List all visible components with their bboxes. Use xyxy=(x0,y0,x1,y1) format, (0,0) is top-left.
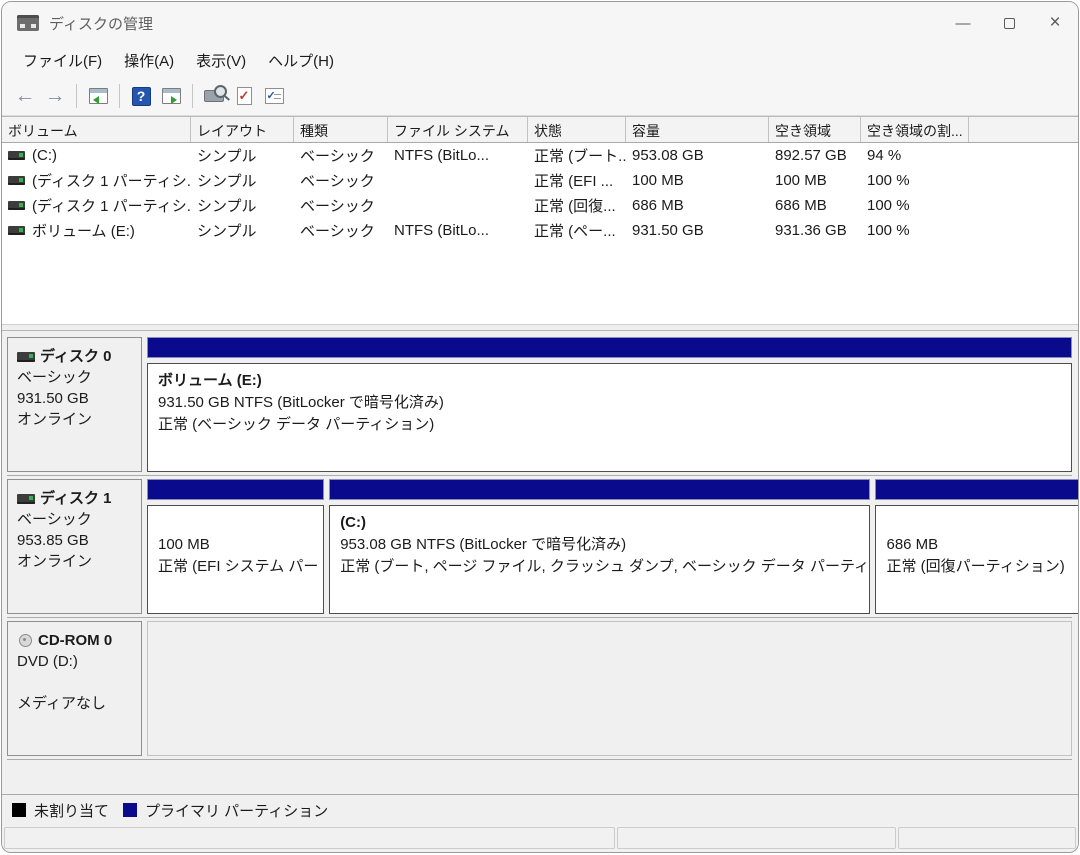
primary-partition-strip xyxy=(329,479,870,500)
titlebar: ディスクの管理 — × xyxy=(2,2,1078,44)
minimize-button[interactable]: — xyxy=(940,2,986,44)
primary-partition-label: プライマリ パーティション xyxy=(145,800,328,821)
menu-view[interactable]: 表示(V) xyxy=(185,46,257,75)
back-icon: ← xyxy=(15,84,36,108)
volume-icon xyxy=(8,151,25,160)
column-header-type[interactable]: 種類 xyxy=(294,117,388,142)
graph-filler xyxy=(7,760,1072,782)
disk1-header[interactable]: ディスク 1 ベーシック 953.85 GB オンライン xyxy=(7,479,142,614)
menu-action[interactable]: 操作(A) xyxy=(113,46,185,75)
volume-row-disk1-partition-recovery[interactable]: (ディスク 1 パーティシ... シンプル ベーシック 正常 (回復... 68… xyxy=(2,193,1078,218)
primary-partition-strip xyxy=(875,479,1078,500)
rescan-disks-icon xyxy=(204,90,224,102)
toolbar-separator xyxy=(119,84,120,108)
column-header-volume[interactable]: ボリューム xyxy=(2,117,191,142)
volume-icon xyxy=(8,176,25,185)
back-button[interactable]: ← xyxy=(10,82,40,110)
help-icon: ? xyxy=(132,87,151,106)
unallocated-label: 未割り当て xyxy=(34,800,109,821)
column-header-free[interactable]: 空き領域 xyxy=(769,117,861,142)
disk1-row: ディスク 1 ベーシック 953.85 GB オンライン 100 MB 正常 (… xyxy=(7,476,1072,618)
primary-partition-strip xyxy=(147,479,324,500)
show-action-pane-button[interactable] xyxy=(156,82,186,110)
menu-file[interactable]: ファイル(F) xyxy=(12,46,113,75)
disk0-header[interactable]: ディスク 0 ベーシック 931.50 GB オンライン xyxy=(7,337,142,472)
menubar: ファイル(F) 操作(A) 表示(V) ヘルプ(H) xyxy=(2,44,1078,77)
primary-partition-swatch xyxy=(123,803,137,817)
close-icon: × xyxy=(1049,12,1060,34)
minimize-icon: — xyxy=(956,15,971,32)
drive-icon xyxy=(17,352,35,362)
status-segment xyxy=(617,827,896,849)
cdrom0-row: CD-ROM 0 DVD (D:) メディアなし xyxy=(7,618,1072,760)
volume-icon xyxy=(8,226,25,235)
maximize-icon xyxy=(1004,18,1015,29)
forward-icon: → xyxy=(45,84,66,108)
rescan-disks-button[interactable] xyxy=(199,82,229,110)
column-header-filler xyxy=(969,117,1078,142)
disk0-row: ディスク 0 ベーシック 931.50 GB オンライン ボリューム (E:) … xyxy=(7,334,1072,476)
column-header-capacity[interactable]: 容量 xyxy=(626,117,769,142)
disk-graph-panel: ディスク 0 ベーシック 931.50 GB オンライン ボリューム (E:) … xyxy=(2,331,1078,794)
window-controls: — × xyxy=(940,2,1078,44)
cd-rom-icon xyxy=(17,634,33,648)
status-bar xyxy=(2,825,1078,852)
unallocated-swatch xyxy=(12,803,26,817)
volume-row-c[interactable]: (C:) シンプル ベーシック NTFS (BitLo... 正常 (ブート..… xyxy=(2,143,1078,168)
disk-management-app-icon xyxy=(17,15,39,31)
partition-c[interactable]: (C:) 953.08 GB NTFS (BitLocker で暗号化済み) 正… xyxy=(329,479,870,614)
show-console-tree-button[interactable] xyxy=(83,82,113,110)
status-segment xyxy=(4,827,615,849)
column-header-layout[interactable]: レイアウト xyxy=(191,117,294,142)
volume-list-panel: ボリューム レイアウト 種類 ファイル システム 状態 容量 空き領域 空き領域… xyxy=(2,116,1078,324)
disk1-partitions: 100 MB 正常 (EFI システム パー (C:) 953.08 GB NT… xyxy=(147,479,1078,614)
status-segment xyxy=(898,827,1076,849)
volume-icon xyxy=(8,201,25,210)
volume-row-e[interactable]: ボリューム (E:) シンプル ベーシック NTFS (BitLo... 正常 … xyxy=(2,218,1078,243)
panel-splitter[interactable] xyxy=(2,324,1078,331)
toolbar: ← → ? ✓ ✓ xyxy=(2,77,1078,116)
show-console-tree-icon xyxy=(89,88,108,104)
volume-list-header: ボリューム レイアウト 種類 ファイル システム 状態 容量 空き領域 空き領域… xyxy=(2,117,1078,143)
legend-bar: 未割り当て プライマリ パーティション xyxy=(2,794,1078,825)
forward-button[interactable]: → xyxy=(40,82,70,110)
column-header-free-pct[interactable]: 空き領域の割... xyxy=(861,117,969,142)
check-document-icon: ✓ xyxy=(237,87,252,105)
partition-recovery[interactable]: 686 MB 正常 (回復パーティション) xyxy=(875,479,1078,614)
checklist-button[interactable]: ✓ xyxy=(259,82,289,110)
primary-partition-strip xyxy=(147,337,1072,358)
column-header-filesystem[interactable]: ファイル システム xyxy=(388,117,528,142)
checklist-icon: ✓ xyxy=(265,88,284,104)
partition-efi-system[interactable]: 100 MB 正常 (EFI システム パー xyxy=(147,479,324,614)
disk-management-window: ディスクの管理 — × ファイル(F) 操作(A) 表示(V) ヘルプ(H) ←… xyxy=(1,1,1079,853)
help-button[interactable]: ? xyxy=(126,82,156,110)
window-title: ディスクの管理 xyxy=(49,13,153,34)
drive-icon xyxy=(17,494,35,504)
show-action-pane-icon xyxy=(162,88,181,104)
menu-help[interactable]: ヘルプ(H) xyxy=(257,46,345,75)
disk0-partitions: ボリューム (E:) 931.50 GB NTFS (BitLocker で暗号… xyxy=(147,337,1072,472)
toolbar-separator xyxy=(76,84,77,108)
maximize-button[interactable] xyxy=(986,2,1032,44)
partition-volume-e[interactable]: ボリューム (E:) 931.50 GB NTFS (BitLocker で暗号… xyxy=(147,337,1072,472)
cdrom0-header[interactable]: CD-ROM 0 DVD (D:) メディアなし xyxy=(7,621,142,756)
close-button[interactable]: × xyxy=(1032,2,1078,44)
toolbar-separator xyxy=(192,84,193,108)
column-header-status[interactable]: 状態 xyxy=(528,117,626,142)
cdrom0-empty-area xyxy=(147,621,1072,756)
volume-row-disk1-partition-efi[interactable]: (ディスク 1 パーティシ... シンプル ベーシック 正常 (EFI ... … xyxy=(2,168,1078,193)
check-document-button[interactable]: ✓ xyxy=(229,82,259,110)
